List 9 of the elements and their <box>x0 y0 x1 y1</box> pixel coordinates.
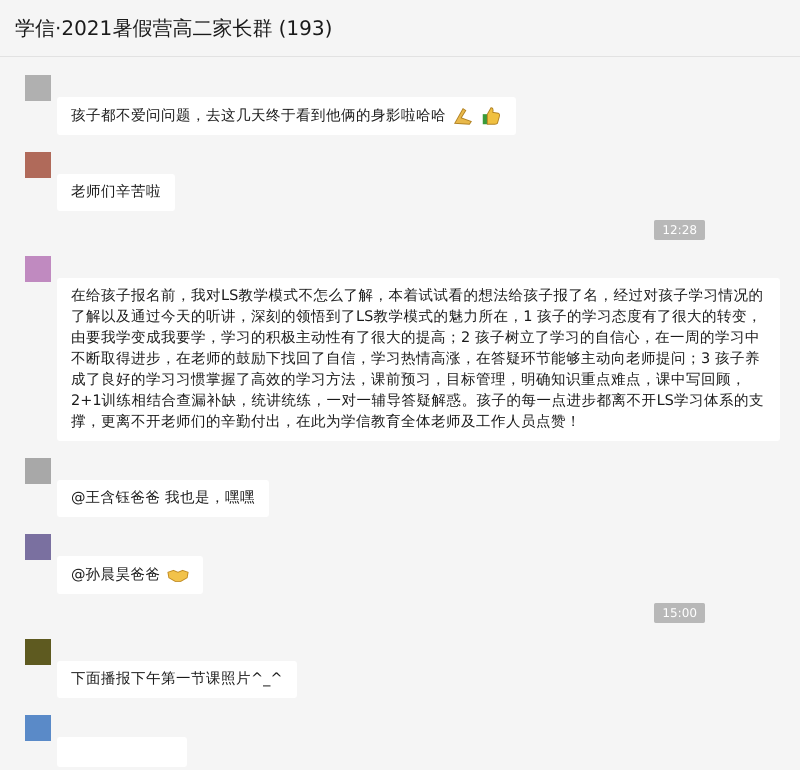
timestamp: 15:00 <box>654 603 705 623</box>
message-bubble: @孙晨昊爸爸 <box>57 556 202 594</box>
message-bubble: 在给孩子报名前，我对LS教学模式不怎么了解，本着试试看的想法给孩子报了名，经过对孩子学习情况的了解以及通过今天的听讲，深刻的领悟到了LS教学模式的魅力所在，1 孩子的学习态度有了很大的转变，由要我学变成我要学，学习的积极主动性有了很大的提高；2 孩子树立了学习的自信心，在一周的学习中不断取得进步，在老师的鼓励下找回了自信，学习热情高涨，在答疑环节能够主动向老师提问；3 孩子养成了良好的学习习惯掌握了高效的学习方法，课前预习，目标管理，明确知识重点难点，课中写回顾，2+1训练相结合查漏补缺，统讲统练，一对一辅导答疑解惑。孩子的每一点进步都离不开LS学习体系的支撑，更离不开老师们的辛勤付出，在此为学信教育全体老师及工作人员点赞！ <box>57 278 780 441</box>
message-bubble: 老师们辛苦啦 <box>57 174 175 211</box>
message-bubble: @王含钰爸爸 我也是，嘿嘿 <box>57 480 270 517</box>
message-bubble: 下面播报下午第一节课照片^_^ <box>57 661 297 698</box>
message-bubble: 孩子都不爱问问题，去这几天终于看到他俩的身影啦哈哈 <box>57 97 516 135</box>
chat-title: 学信·2021暑假营高二家长群 (193) <box>15 14 332 42</box>
timestamp: 12:28 <box>654 220 705 240</box>
